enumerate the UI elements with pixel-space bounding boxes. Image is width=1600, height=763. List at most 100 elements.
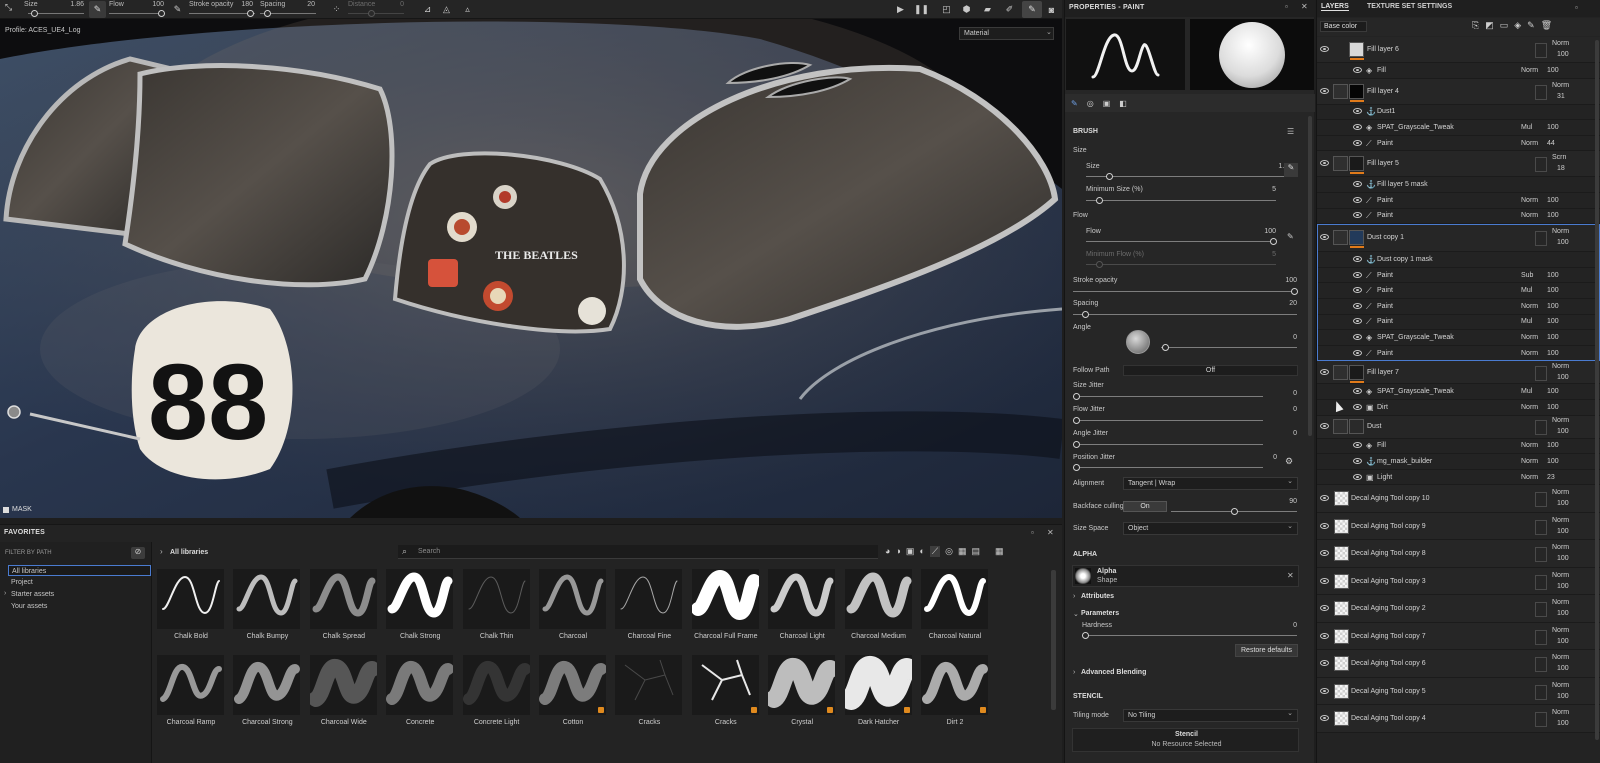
environment-filter-icon[interactable]: ▤: [972, 546, 981, 557]
size-jitter-knob[interactable]: [1073, 393, 1080, 400]
visibility-eye-icon[interactable]: [1353, 473, 1362, 480]
blend-mode-select[interactable]: Norm: [1552, 682, 1569, 689]
paint-brush-button[interactable]: ✎: [1022, 1, 1042, 18]
material-tab-icon[interactable]: ◎: [1087, 99, 1094, 108]
blend-mode-select[interactable]: Norm: [1552, 709, 1569, 716]
opacity-value[interactable]: 100: [1547, 404, 1559, 411]
flow-jitter-knob[interactable]: [1073, 417, 1080, 424]
favorites-scrollbar[interactable]: [1051, 570, 1056, 710]
opacity-value[interactable]: 23: [1547, 474, 1555, 481]
visibility-eye-icon[interactable]: [1353, 403, 1362, 410]
backface-culling-value[interactable]: 90: [1267, 498, 1297, 505]
layer-effect-row[interactable]: ⚓ Dust copy 1 mask: [1317, 252, 1600, 268]
chevron-down-icon[interactable]: ⌄: [1073, 610, 1079, 618]
brush-thumbnail[interactable]: [691, 655, 759, 715]
grid-view-icon[interactable]: ▦: [995, 546, 1004, 557]
opacity-value[interactable]: 100: [1547, 350, 1559, 357]
angle-value[interactable]: 0: [1267, 334, 1297, 341]
blend-mode-select[interactable]: Norm: [1521, 404, 1538, 411]
flow-value[interactable]: 100: [1246, 228, 1276, 235]
blend-mode-select[interactable]: Norm: [1521, 67, 1538, 74]
screenshot-icon[interactable]: ◙: [1044, 2, 1059, 17]
opacity-value[interactable]: 100: [1547, 67, 1559, 74]
layer-mask-slot[interactable]: [1535, 519, 1547, 535]
layer-row[interactable]: Fill layer 7 Norm 100: [1317, 361, 1600, 385]
flow-pressure-icon[interactable]: ✎: [170, 2, 185, 17]
mirror-icon[interactable]: ◬: [439, 2, 454, 17]
alpha-tab-icon[interactable]: ▣: [1103, 99, 1111, 108]
visibility-eye-icon[interactable]: [1353, 349, 1362, 356]
visibility-eye-icon[interactable]: [1320, 495, 1329, 502]
alpha-filter-icon[interactable]: ◎: [945, 546, 953, 557]
layer-row[interactable]: Decal Aging Tool copy 10 Norm 100: [1317, 485, 1600, 513]
lazy-mouse-icon[interactable]: ⁘: [329, 2, 344, 17]
layer-mask-slot[interactable]: [1535, 712, 1547, 728]
brush-thumbnail[interactable]: [462, 655, 531, 715]
layer-row[interactable]: Decal Aging Tool copy 8 Norm 100: [1317, 540, 1600, 568]
flow-pressure-icon[interactable]: ✎: [1287, 232, 1294, 241]
opacity-value[interactable]: 100: [1547, 124, 1559, 131]
blend-mode-select[interactable]: Norm: [1521, 140, 1538, 147]
brush-thumbnail[interactable]: [233, 655, 301, 715]
viewport-mode-select[interactable]: Material: [959, 27, 1054, 40]
close-icon[interactable]: ✕: [1287, 571, 1294, 580]
visibility-eye-icon[interactable]: [1320, 632, 1329, 639]
blend-mode-select[interactable]: Mul: [1521, 388, 1532, 395]
visibility-eye-icon[interactable]: [1353, 181, 1362, 188]
material-filter-icon[interactable]: ◕: [885, 546, 890, 557]
restore-defaults-button[interactable]: Restore defaults: [1235, 644, 1298, 657]
layer-effect-row[interactable]: ⟋ Paint Norm 100: [1317, 345, 1600, 362]
opacity-value[interactable]: 100: [1547, 212, 1559, 219]
tree-your-assets[interactable]: Your assets: [8, 601, 47, 612]
visibility-eye-icon[interactable]: [1320, 87, 1329, 94]
visibility-eye-icon[interactable]: [1353, 318, 1362, 325]
brush-thumbnail[interactable]: [690, 569, 761, 629]
tab-layers[interactable]: LAYERS: [1321, 3, 1349, 11]
layer-effect-row[interactable]: ◈ SPAT_Grayscale_Tweak Mul 100: [1317, 384, 1600, 400]
tree-all-libraries[interactable]: All libraries: [8, 565, 151, 576]
blend-mode-select[interactable]: Norm: [1552, 517, 1569, 524]
hardness-slider[interactable]: [1082, 635, 1297, 636]
tb-size-value[interactable]: 1.86: [54, 1, 84, 8]
chevron-right-icon[interactable]: ›: [1073, 669, 1075, 676]
visibility-eye-icon[interactable]: [1353, 442, 1362, 449]
size-space-select[interactable]: Object: [1123, 522, 1298, 535]
breadcrumb[interactable]: All libraries: [170, 549, 208, 556]
layer-mask-slot[interactable]: [1535, 547, 1547, 563]
layer-row[interactable]: Decal Aging Tool copy 9 Norm 100: [1317, 512, 1600, 541]
brush-tab-icon[interactable]: ✎: [1071, 99, 1078, 108]
visibility-eye-icon[interactable]: [1320, 522, 1329, 529]
stroke-opacity-slider[interactable]: [1073, 291, 1297, 292]
jitter-settings-icon[interactable]: ⚙: [1285, 456, 1293, 467]
layer-mask-slot[interactable]: [1535, 492, 1547, 508]
opacity-value[interactable]: 100: [1557, 638, 1569, 645]
angle-jitter-slider[interactable]: [1073, 444, 1263, 445]
layer-mask-slot[interactable]: [1535, 420, 1547, 436]
opacity-value[interactable]: 100: [1557, 528, 1569, 535]
brush-presets-icon[interactable]: ☰: [1287, 127, 1294, 136]
flow-knob[interactable]: [1270, 238, 1277, 245]
opacity-value[interactable]: 100: [1557, 239, 1569, 246]
backface-culling-toggle[interactable]: On: [1123, 501, 1167, 512]
tb-flow-knob[interactable]: [158, 10, 165, 17]
visibility-eye-icon[interactable]: [1320, 368, 1329, 375]
layer-row[interactable]: Decal Aging Tool copy 4 Norm 100: [1317, 705, 1600, 733]
add-folder-icon[interactable]: ▭: [1500, 20, 1509, 31]
min-size-value[interactable]: 5: [1246, 186, 1276, 193]
stroke-opacity-knob[interactable]: [1291, 288, 1298, 295]
opacity-value[interactable]: 100: [1557, 51, 1569, 58]
blend-mode-select[interactable]: Norm: [1552, 654, 1569, 661]
opacity-value[interactable]: 100: [1547, 197, 1559, 204]
brush-thumbnail[interactable]: [768, 569, 836, 629]
opacity-value[interactable]: 100: [1557, 693, 1569, 700]
blend-mode-select[interactable]: Mul: [1521, 287, 1532, 294]
maximize-icon[interactable]: ▫: [1285, 2, 1288, 11]
layer-row[interactable]: Dust Norm 100: [1317, 415, 1600, 439]
opacity-value[interactable]: 100: [1547, 272, 1559, 279]
opacity-value[interactable]: 100: [1557, 665, 1569, 672]
blend-mode-select[interactable]: Norm: [1521, 350, 1538, 357]
visibility-eye-icon[interactable]: [1320, 687, 1329, 694]
visibility-eye-icon[interactable]: [1353, 212, 1362, 219]
tb-stroke-opacity-value[interactable]: 180: [223, 1, 253, 8]
brush-thumbnail[interactable]: [839, 655, 918, 715]
